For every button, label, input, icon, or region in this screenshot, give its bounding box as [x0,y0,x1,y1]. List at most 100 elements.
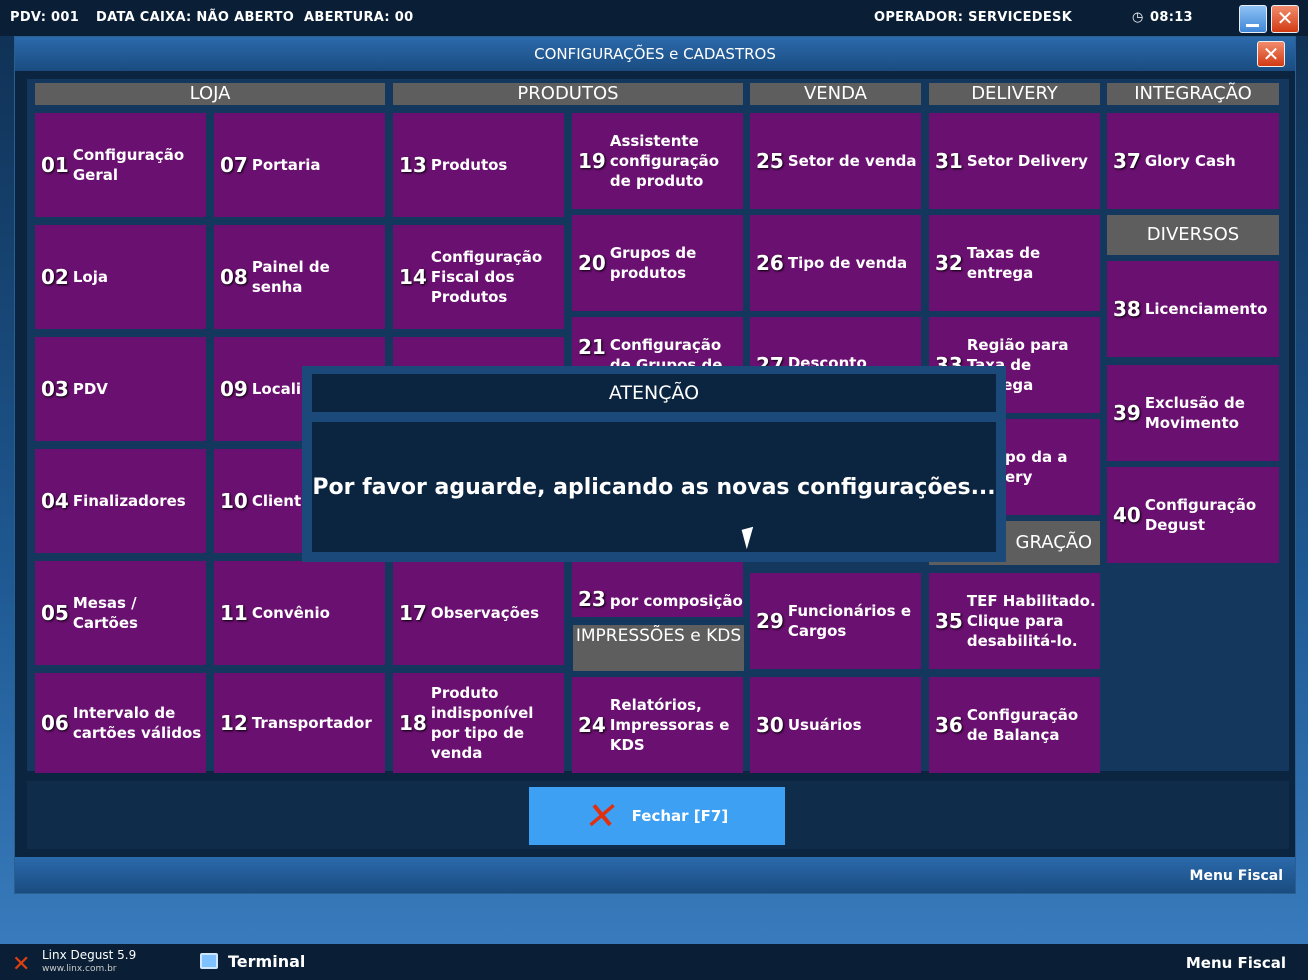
tile-number: 14 [399,265,427,289]
tile-number: 18 [399,711,427,735]
tile-number: 02 [41,265,69,289]
tile-30[interactable]: 30 Usuários [750,677,921,773]
tile-label: Relatórios, Impressoras e KDS [609,696,730,754]
tile-label: Tipo de venda [787,254,908,272]
tile-12[interactable]: 12 Transportador [214,673,385,773]
linx-logo-icon: ✕ [12,952,31,977]
tile-number: 21 [578,335,606,359]
tile-05[interactable]: 05 Mesas / Cartões [35,561,206,665]
tile-label: Locali [251,380,302,398]
tile-40[interactable]: 40 Configuração Degust [1107,467,1279,563]
tile-11[interactable]: 11 Convênio [214,561,385,665]
section-header-diversos: DIVERSOS [1107,215,1279,255]
tile-number: 30 [756,713,784,737]
abertura-label: ABERTURA: 00 [304,10,414,25]
tile-number: 19 [578,149,606,173]
pdv-label: PDV: 001 [10,10,80,25]
section-header-venda: VENDA [750,83,921,105]
tile-25[interactable]: 25 Setor de venda [750,113,921,209]
tile-39[interactable]: 39 Exclusão de Movimento [1107,365,1279,461]
tile-19[interactable]: 19 Assistente configuração de produto [572,113,743,209]
tile-label: po da a ery [1005,448,1068,486]
tile-label: Exclusão de Movimento [1144,394,1245,432]
tile-label: Produto indisponível por tipo de venda [430,684,534,762]
tile-number: 05 [41,601,69,625]
tile-number: 01 [41,153,69,177]
tile-label: Configuração Fiscal dos Produtos [430,248,543,306]
tile-number: 11 [220,601,248,625]
tile-35[interactable]: 35 TEF Habilitado. Clique para desabilitá… [929,573,1100,669]
tile-number: 25 [756,149,784,173]
window-close-button[interactable]: ✕ [1257,41,1285,67]
section-header-delivery: DELIVERY [929,83,1100,105]
tile-36[interactable]: 36 Configuração de Balança [929,677,1100,773]
terminal-icon[interactable] [200,953,218,969]
tile-label: Configuração de Balança [966,706,1079,744]
section-header-produtos: PRODUTOS [393,83,743,105]
tile-26[interactable]: 26 Tipo de venda [750,215,921,311]
tile-02[interactable]: 02 Loja [35,225,206,329]
tile-04[interactable]: 04 Finalizadores [35,449,206,553]
tile-18[interactable]: 18 Produto indisponível por tipo de venda [393,673,564,773]
tile-24[interactable]: 24 Relatórios, Impressoras e KDS [572,677,743,773]
tile-01[interactable]: 01 Configuração Geral [35,113,206,217]
tile-number: 35 [935,609,963,633]
tile-label: TEF Habilitado. Clique para desabilitá-l… [966,592,1096,650]
tile-label: Observações [430,604,540,622]
tile-number: 03 [41,377,69,401]
fechar-button[interactable]: ✕ Fechar [F7] [529,787,785,845]
tile-number: 29 [756,609,784,633]
tile-label: Produtos [430,156,508,174]
tile-number: 10 [220,489,248,513]
taskbar: ✕ Linx Degust 5.9 www.linx.com.br Termin… [0,944,1308,980]
tile-37[interactable]: 37 Glory Cash [1107,113,1279,209]
tile-number: 04 [41,489,69,513]
tile-label: Glory Cash [1144,152,1236,170]
tile-label: Setor de venda [787,152,917,170]
tile-number: 13 [399,153,427,177]
tile-08[interactable]: 08 Painel de senha [214,225,385,329]
tile-label: Taxas de entrega [966,244,1041,282]
tile-label: Setor Delivery [966,152,1088,170]
tile-number: 09 [220,377,248,401]
tile-06[interactable]: 06 Intervalo de cartões válidos [35,673,206,773]
tile-07[interactable]: 07 Portaria [214,113,385,217]
tile-32[interactable]: 32 Taxas de entrega [929,215,1100,311]
tile-label: Client [251,492,302,510]
tile-13[interactable]: 13 Produtos [393,113,564,217]
tile-38[interactable]: 38 Licenciamento [1107,261,1279,357]
tile-20[interactable]: 20 Grupos de produtos [572,215,743,311]
minimize-button[interactable] [1239,5,1267,33]
tile-number: 06 [41,711,69,735]
clock-icon: ◷ [1132,10,1144,25]
terminal-button[interactable]: Terminal [228,952,305,971]
tile-label: Convênio [251,604,330,622]
window-title: CONFIGURAÇÕES e CADASTROS [15,37,1295,71]
tile-03[interactable]: 03 PDV [35,337,206,441]
taskbar-menu-fiscal[interactable]: Menu Fiscal [1186,954,1286,972]
close-x-icon: ✕ [581,794,622,838]
dialog-message: Por favor aguarde, aplicando as novas co… [312,422,996,552]
top-status-bar: PDV: 001 DATA CAIXA: NÃO ABERTO ABERTURA… [0,0,1308,36]
tile-number: 32 [935,251,963,275]
tile-number: 39 [1113,401,1141,425]
window-status-bar: Menu Fiscal [15,857,1295,893]
tile-label: Usuários [787,716,862,734]
tile-number: 07 [220,153,248,177]
tile-17[interactable]: 17 Observações [393,561,564,665]
tile-31[interactable]: 31 Setor Delivery [929,113,1100,209]
tile-label: Grupos de produtos [609,244,697,282]
app-url: www.linx.com.br [42,964,117,974]
tile-number: 17 [399,601,427,625]
tile-label: Intervalo de cartões válidos [72,704,202,742]
tile-14[interactable]: 14 Configuração Fiscal dos Produtos [393,225,564,329]
menu-fiscal-link[interactable]: Menu Fiscal [1190,868,1283,884]
tile-label: Funcionários e Cargos [787,602,912,640]
tile-number: 38 [1113,297,1141,321]
tile-number: 20 [578,251,606,275]
tile-29[interactable]: 29 Funcionários e Cargos [750,573,921,669]
data-caixa-label: DATA CAIXA: NÃO ABERTO [96,10,295,25]
dialog-title: ATENÇÃO [312,374,996,412]
app-close-button[interactable]: ✕ [1271,5,1299,33]
tile-label: Loja [72,268,108,286]
